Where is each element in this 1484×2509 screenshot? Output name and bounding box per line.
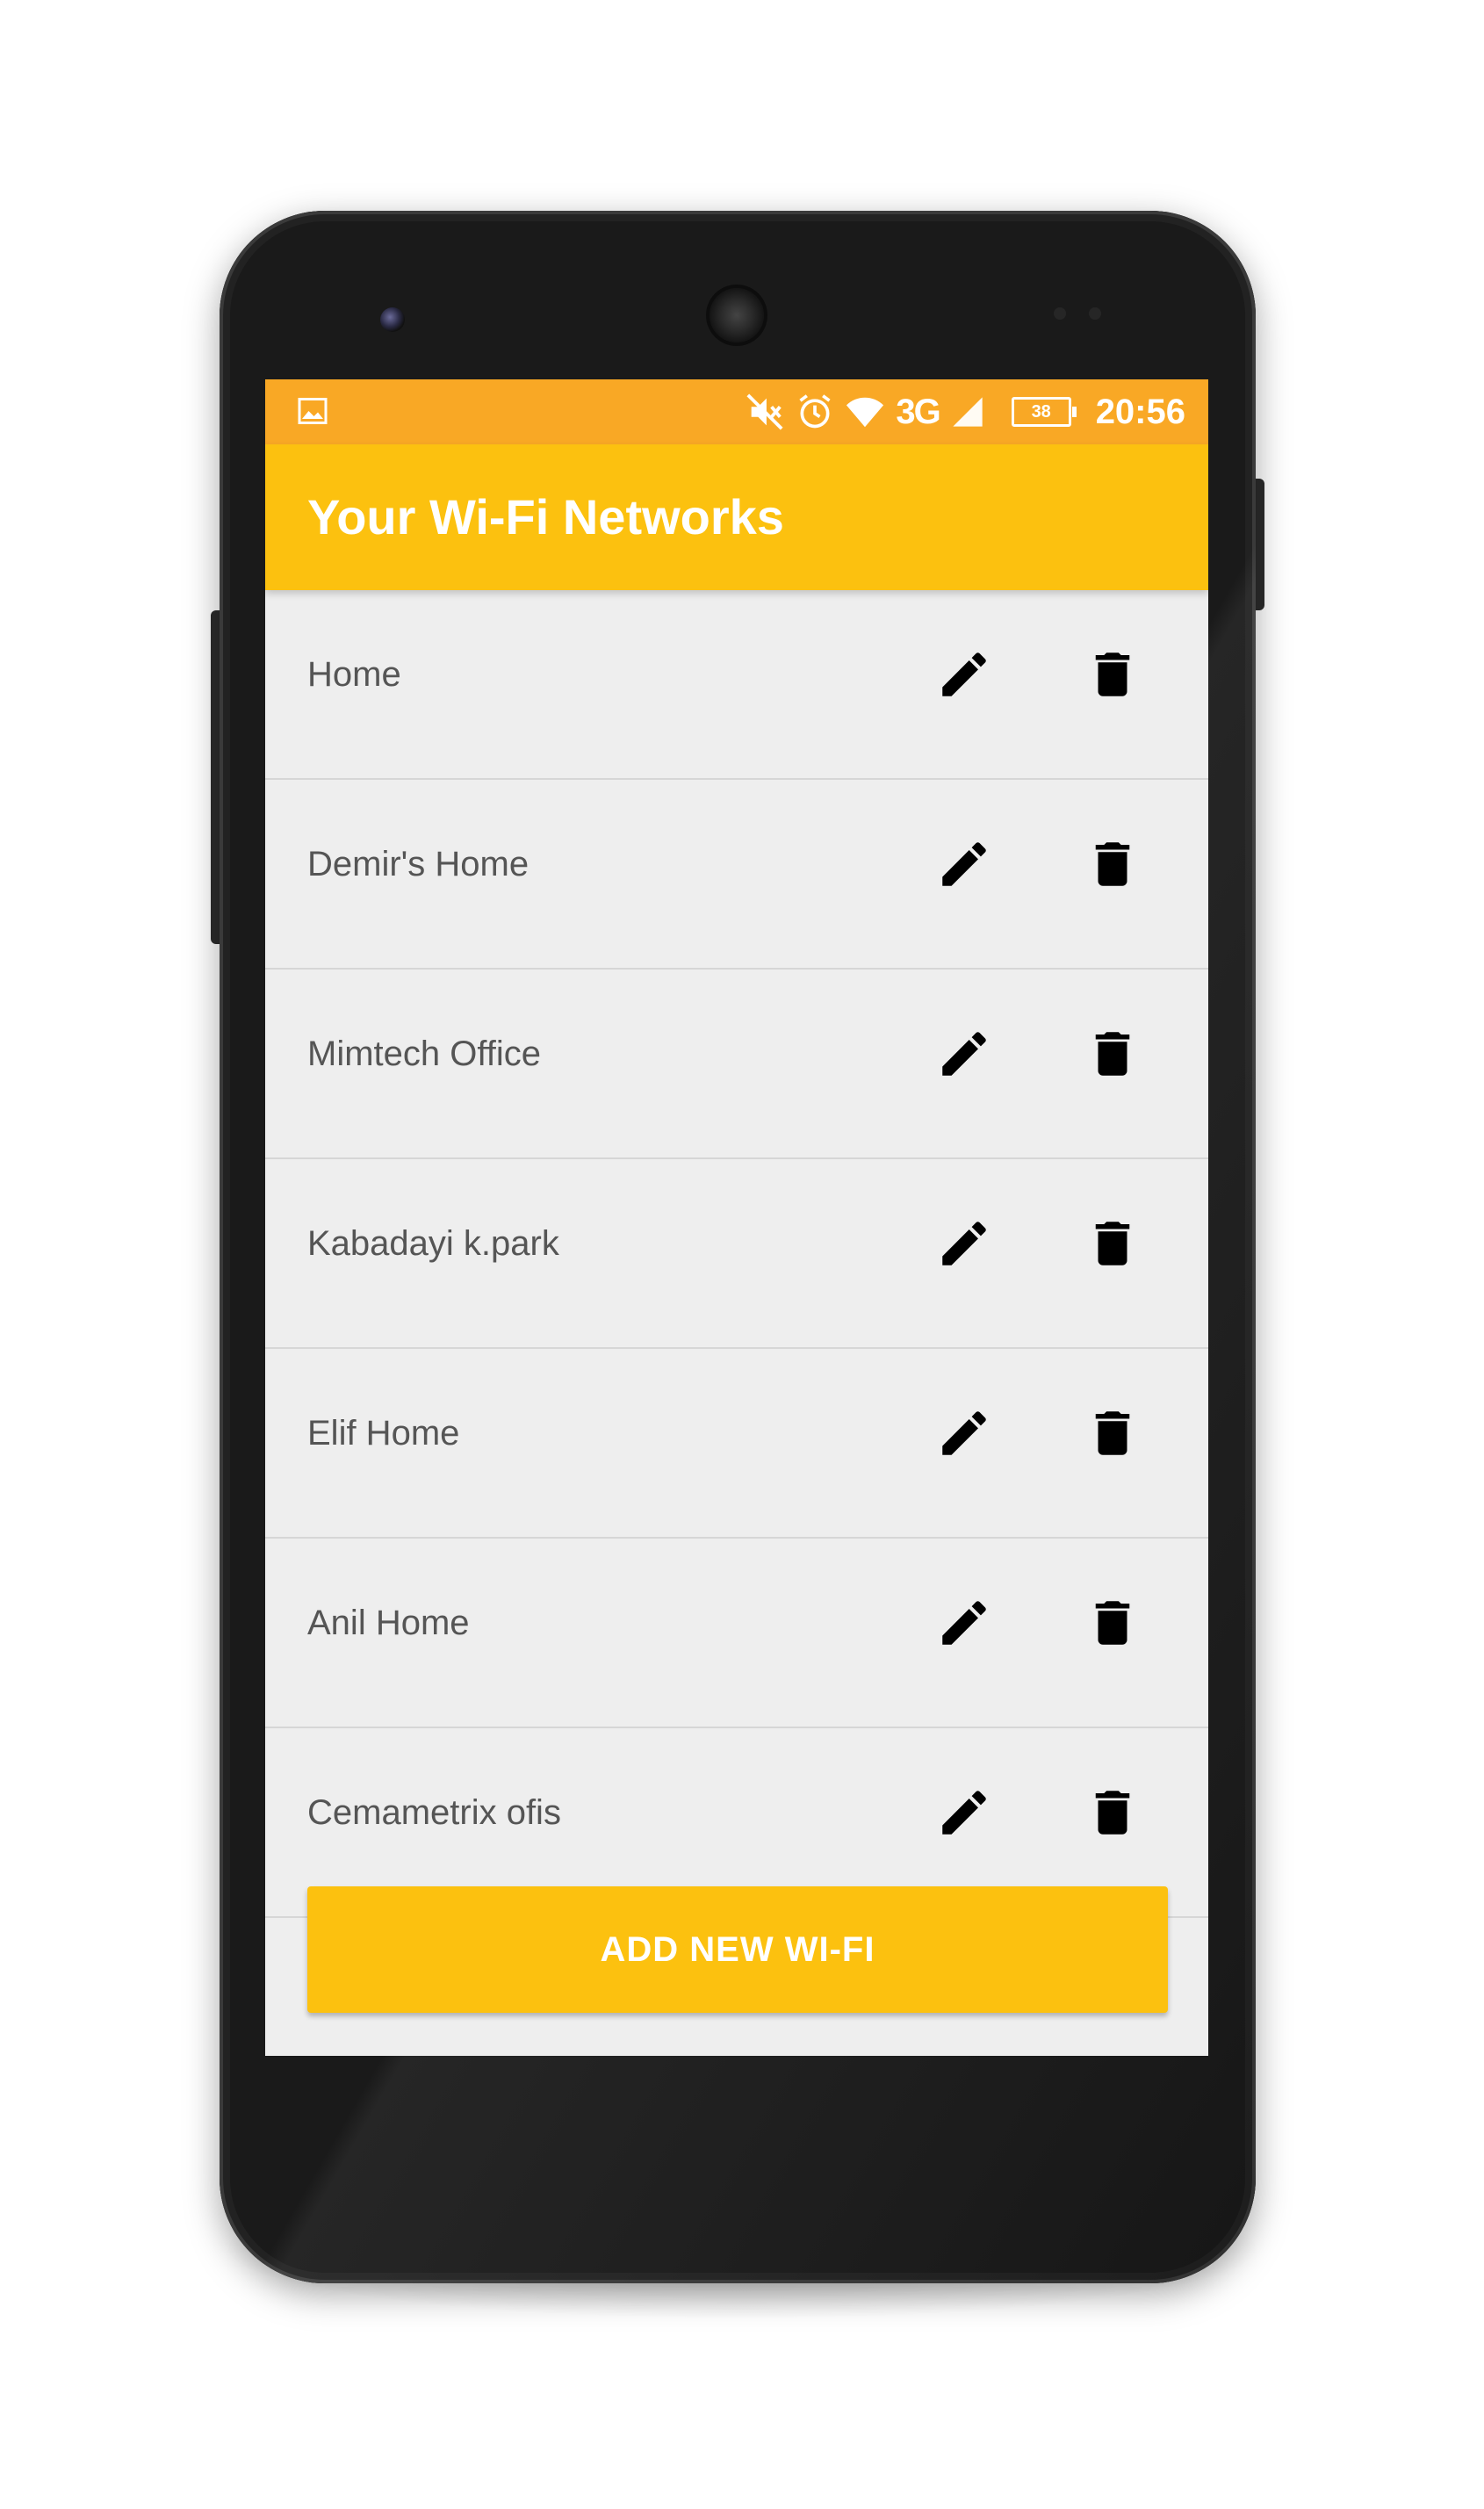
status-clock: 20:56 (1095, 392, 1185, 431)
network-row[interactable]: Elif Home (265, 1349, 1208, 1539)
network-name: Home (307, 655, 401, 694)
delete-button[interactable] (1069, 631, 1156, 718)
network-name: Elif Home (307, 1414, 460, 1453)
battery-indicator: 38 (1011, 397, 1077, 427)
network-name: Kabadayi k.park (307, 1224, 559, 1263)
network-row[interactable]: Kabadayi k.park (265, 1159, 1208, 1349)
delete-button[interactable] (1069, 820, 1156, 908)
status-bar: 3G 38 20:56 (265, 379, 1208, 444)
pencil-icon (942, 1601, 986, 1645)
edit-button[interactable] (920, 1579, 1008, 1667)
network-row[interactable]: Mimtech Office (265, 970, 1208, 1159)
page-title: Your Wi-Fi Networks (307, 489, 784, 544)
app-screen: 3G 38 20:56 Your Wi-Fi Networks Home Dem… (265, 379, 1208, 2056)
pencil-icon (942, 1222, 986, 1265)
status-icons: 3G 38 20:56 (745, 386, 1185, 437)
delete-button[interactable] (1069, 1010, 1156, 1098)
pencil-icon (942, 1411, 986, 1455)
device-mockup: 3G 38 20:56 Your Wi-Fi Networks Home Dem… (0, 0, 1484, 2509)
network-row[interactable]: Home (265, 590, 1208, 780)
add-new-wifi-button[interactable]: ADD NEW WI-FI (307, 1886, 1168, 2013)
mute-icon (746, 393, 783, 430)
network-name: Mimtech Office (307, 1035, 541, 1073)
network-name: Anil Home (307, 1604, 470, 1642)
alarm-icon (799, 394, 831, 429)
delete-button[interactable] (1069, 1389, 1156, 1477)
front-camera (380, 307, 405, 332)
wifi-icon (846, 397, 884, 428)
edit-button[interactable] (920, 820, 1008, 908)
trash-icon (1095, 1222, 1130, 1265)
trash-icon (1095, 652, 1130, 696)
proximity-sensor (1054, 307, 1066, 320)
edit-button[interactable] (920, 631, 1008, 718)
edit-button[interactable] (920, 1200, 1008, 1287)
edit-button[interactable] (920, 1389, 1008, 1477)
edit-button[interactable] (920, 1769, 1008, 1857)
pencil-icon (942, 652, 986, 696)
earpiece-speaker (710, 288, 764, 342)
network-type: 3G (896, 392, 940, 431)
network-name: Demir's Home (307, 845, 529, 883)
trash-icon (1095, 1601, 1130, 1645)
trash-icon (1095, 842, 1130, 886)
delete-button[interactable] (1069, 1769, 1156, 1857)
trash-icon (1095, 1032, 1130, 1076)
signal-icon (953, 397, 983, 427)
pencil-icon (942, 1032, 986, 1076)
trash-icon (1095, 1791, 1130, 1835)
network-row[interactable]: Demir's Home (265, 780, 1208, 970)
delete-button[interactable] (1069, 1200, 1156, 1287)
delete-button[interactable] (1069, 1579, 1156, 1667)
light-sensor (1089, 307, 1101, 320)
pencil-icon (942, 842, 986, 886)
edit-button[interactable] (920, 1010, 1008, 1098)
pencil-icon (942, 1791, 986, 1835)
gallery-icon (298, 398, 328, 424)
network-list: Home Demir's Home Mimtech Office Kabaday… (265, 590, 1208, 1918)
app-bar: Your Wi-Fi Networks (265, 444, 1208, 590)
network-name: Cemametrix ofis (307, 1793, 561, 1832)
trash-icon (1095, 1411, 1130, 1455)
battery-level: 38 (1031, 401, 1051, 422)
network-row[interactable]: Anil Home (265, 1539, 1208, 1728)
